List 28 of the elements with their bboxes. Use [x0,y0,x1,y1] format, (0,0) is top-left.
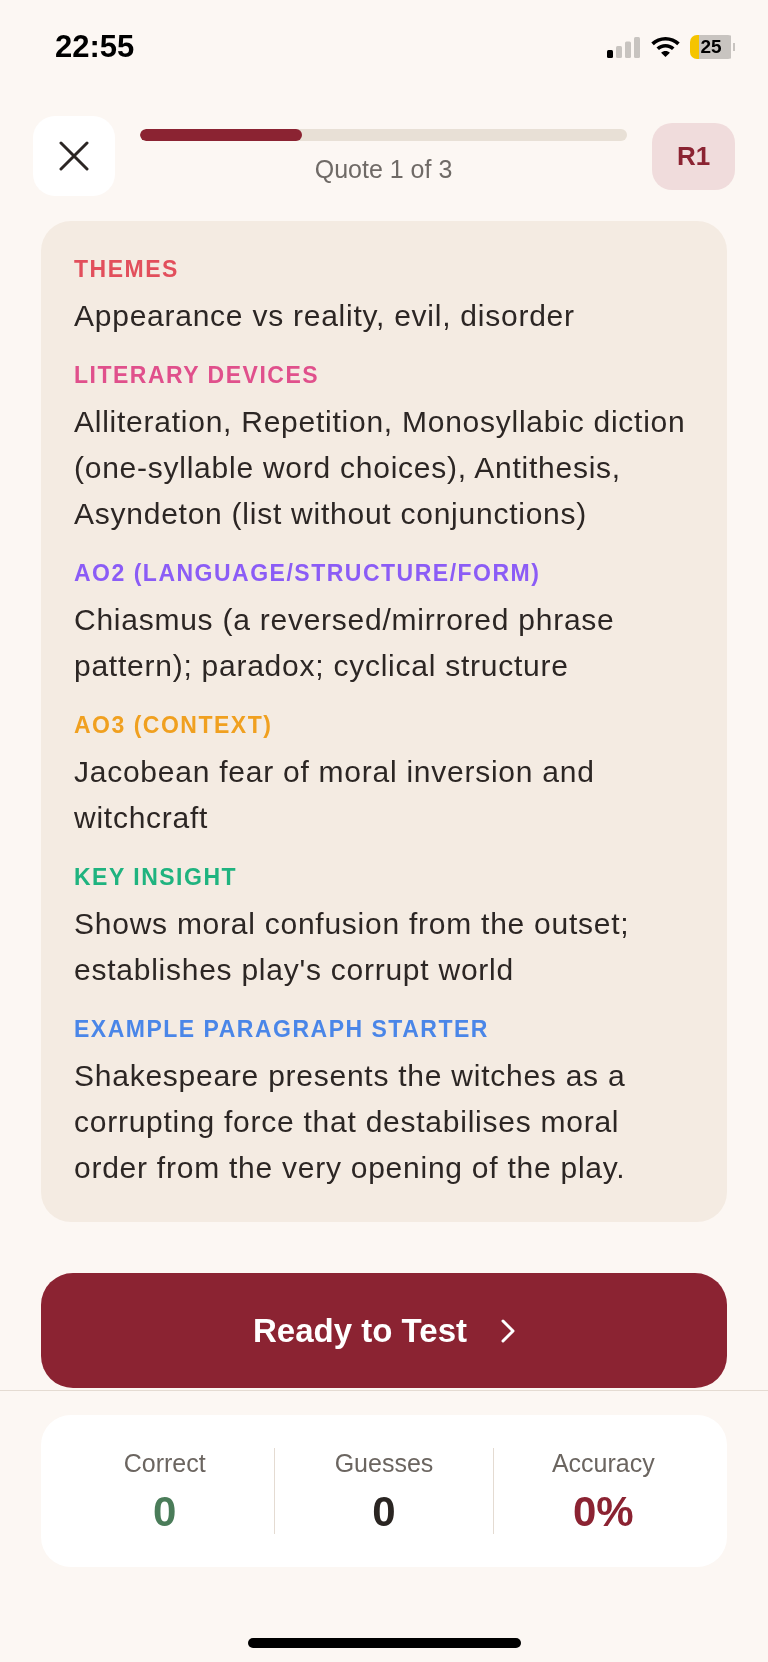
status-time: 22:55 [55,29,135,65]
progress-label: Quote 1 of 3 [314,153,453,184]
signal-icon [607,36,641,58]
section-text: Alliteration, Repetition, Monosyllabic diction (one-syllable word choices), Antithesis, Asyndeton (list without conjunctions) [74,404,687,532]
close-icon [59,141,89,171]
stat-label: Accuracy [551,1448,655,1478]
stat-value: 0 [153,1487,177,1537]
stat-label: Guesses [334,1448,434,1478]
ready-to-test-button[interactable]: Ready to Test [41,1273,727,1388]
stat-value: 0% [572,1487,634,1537]
section-heading: LITERARY DEVICES [74,361,321,389]
section-text: Chiasmus (a reversed/mirrored phrase pattern); paradox; cyclical structure [74,602,616,684]
wifi-icon [651,37,680,57]
section-text: Shows moral confusion from the outset; establishes play's corrupt world [74,906,631,988]
stat-value: 0 [372,1487,396,1537]
section-text: Shakespeare presents the witches as a corrupting force that destabilises moral order from the very opening of the play. [74,1058,627,1186]
round-badge: R1 [652,122,735,190]
section-text: Jacobean fear of moral inversion and witchcraft [74,754,596,836]
section-heading: AO3 (CONTEXT) [74,711,274,739]
section-heading: EXAMPLE PARAGRAPH STARTER [74,1015,490,1043]
section-heading: THEMES [74,255,180,283]
close-button[interactable] [33,116,115,196]
section-heading: AO2 (LANGUAGE/STRUCTURE/FORM) [74,559,542,587]
chevron-right-icon [500,1318,515,1343]
battery-indicator: 25 [690,35,735,59]
section-text: Appearance vs reality, evil, disorder [74,298,576,334]
stat-label: Correct [123,1448,206,1478]
section-heading: KEY INSIGHT [74,863,239,891]
